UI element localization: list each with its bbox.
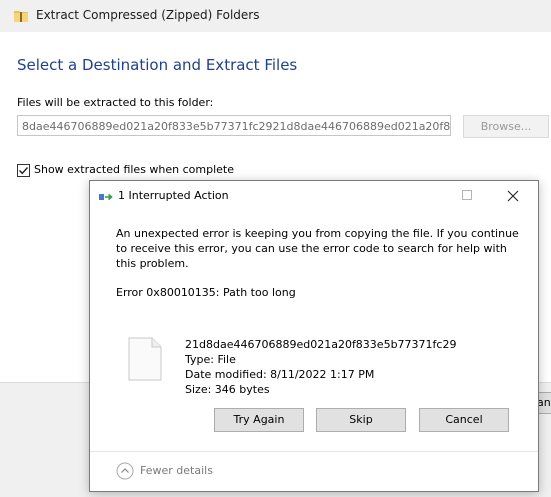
details-divider: [90, 451, 538, 452]
destination-path-input[interactable]: 8dae446706889ed021a20f833e5b77371fc2921d…: [17, 115, 451, 136]
file-type: Type: File: [185, 353, 236, 366]
wizard-heading: Select a Destination and Extract Files: [17, 56, 298, 74]
error-message: An unexpected error is keeping you from …: [116, 227, 519, 270]
wizard-titlebar: Extract Compressed (Zipped) Folders: [0, 0, 551, 32]
file-size: Size: 346 bytes: [185, 383, 270, 396]
maximize-icon[interactable]: [462, 190, 472, 200]
wizard-title: Extract Compressed (Zipped) Folders: [36, 8, 260, 22]
chevron-up-circle-icon: [116, 462, 134, 480]
error-code: Error 0x80010135: Path too long: [116, 286, 296, 299]
destination-label: Files will be extracted to this folder:: [17, 96, 214, 109]
browse-button[interactable]: Browse...: [463, 115, 549, 138]
try-again-button[interactable]: Try Again: [214, 408, 304, 432]
show-files-checkbox[interactable]: [17, 164, 30, 177]
cancel-button[interactable]: Cancel: [419, 408, 509, 432]
interrupted-action-dialog: 1 Interrupted Action An unexpected error…: [89, 180, 539, 492]
blank-file-icon: [128, 337, 162, 381]
fewer-details-label: Fewer details: [140, 464, 213, 477]
file-modified: Date modified: 8/11/2022 1:17 PM: [185, 368, 375, 381]
close-icon[interactable]: [504, 187, 522, 205]
file-details: 21d8dae446706889ed021a20f833e5b77371fc29…: [185, 337, 456, 397]
show-files-label: Show extracted files when complete: [34, 163, 235, 176]
skip-button[interactable]: Skip: [316, 408, 406, 432]
dialog-title: 1 Interrupted Action: [118, 189, 229, 202]
checkmark-icon: [19, 167, 29, 175]
file-name: 21d8dae446706889ed021a20f833e5b77371fc29: [185, 338, 457, 351]
copy-progress-icon: [99, 193, 113, 201]
folder-zip-icon: [14, 11, 28, 22]
